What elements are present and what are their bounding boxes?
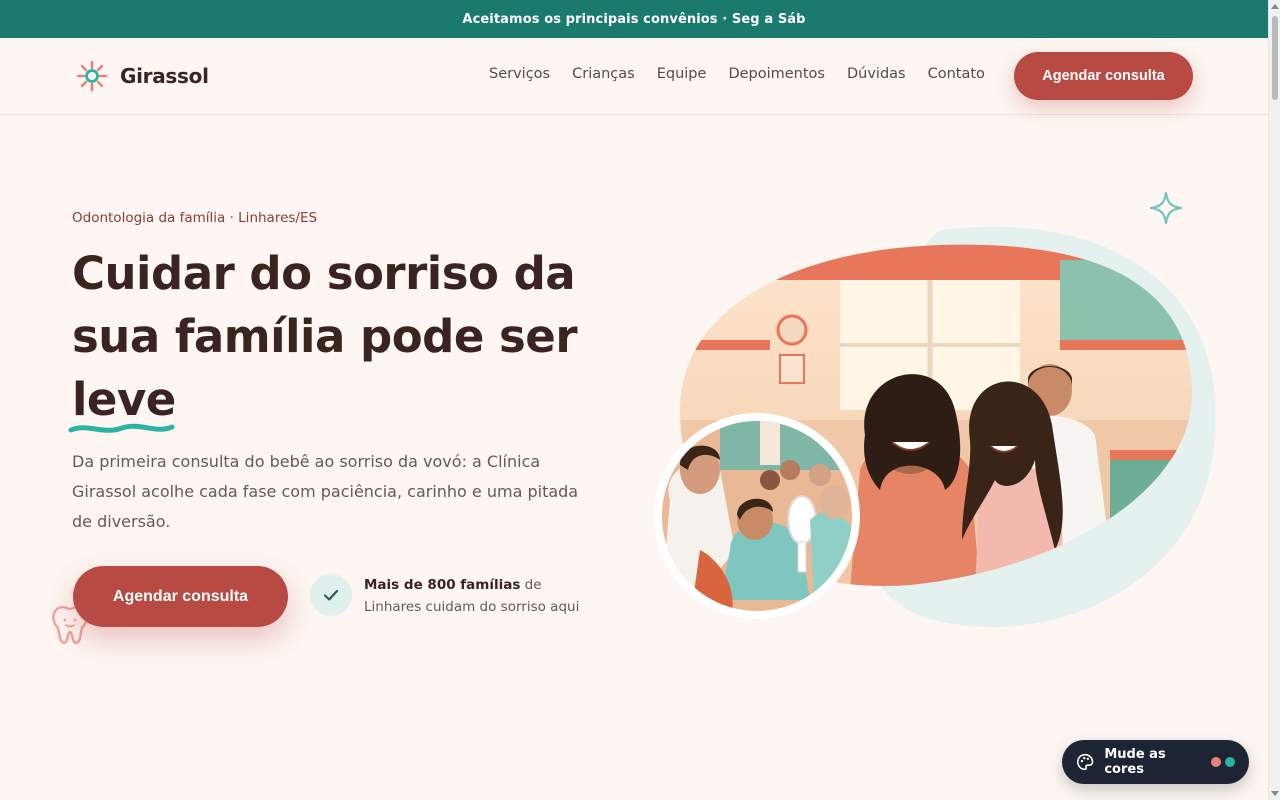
color-swatches: [1211, 757, 1235, 767]
announcement-bar: Aceitamos os principais convênios · Seg …: [0, 0, 1268, 38]
main-nav: Serviços Crianças Equipe Depoimentos Dúv…: [489, 66, 985, 82]
swatch-teal: [1225, 757, 1235, 767]
palette-icon: [1077, 753, 1094, 771]
nav-depoimentos[interactable]: Depoimentos: [728, 66, 825, 82]
nav-criancas[interactable]: Crianças: [572, 66, 635, 82]
scrollbar-thumb[interactable]: [1272, 16, 1278, 100]
site-header: Girassol Serviços Crianças Equipe Depoim…: [0, 38, 1268, 115]
hero-description: Da primeira consulta do bebê ao sorriso …: [72, 452, 579, 531]
hero-eyebrow: Odontologia da família · Linhares/ES: [72, 210, 318, 226]
page-scrollbar[interactable]: [1268, 0, 1280, 800]
proof-text: Mais de 800 famílias de Linhares cuidam …: [364, 574, 594, 618]
scroll-up-arrow-icon[interactable]: [1271, 4, 1279, 9]
check-icon: [323, 589, 339, 601]
change-colors-button[interactable]: Mude as cores: [1062, 740, 1249, 784]
nav-servicos[interactable]: Serviços: [489, 66, 550, 82]
scroll-down-arrow-icon[interactable]: [1271, 791, 1279, 796]
headline-accent-text: leve: [72, 373, 176, 426]
nav-equipe[interactable]: Equipe: [657, 66, 707, 82]
hero-schedule-button[interactable]: Agendar consulta: [73, 566, 288, 627]
proof-badge: [310, 574, 352, 616]
swatch-coral: [1211, 757, 1221, 767]
header-schedule-button[interactable]: Agendar consulta: [1014, 52, 1193, 100]
headline-accent-word: leve: [68, 368, 176, 433]
hero-illustration: [640, 220, 1230, 640]
headline-line-2: sua família pode ser: [72, 310, 578, 363]
social-proof: Mais de 800 famílias de Linhares cuidam …: [310, 574, 594, 618]
announcement-text: Aceitamos os principais convênios · Seg …: [462, 11, 806, 27]
nav-duvidas[interactable]: Dúvidas: [847, 66, 906, 82]
hero-photo-collage: [654, 226, 1216, 628]
change-colors-label: Mude as cores: [1104, 747, 1166, 777]
sun-icon: [76, 60, 108, 92]
proof-strong: Mais de 800 famílias: [364, 577, 521, 593]
headline-line-1: Cuidar do sorriso da: [72, 247, 576, 300]
brand-logo[interactable]: Girassol: [76, 60, 209, 92]
wavy-underline-icon: [68, 423, 175, 433]
brand-name: Girassol: [120, 64, 209, 88]
hero-headline: Cuidar do sorriso da sua família pode se…: [68, 242, 612, 433]
nav-contato[interactable]: Contato: [928, 66, 985, 82]
